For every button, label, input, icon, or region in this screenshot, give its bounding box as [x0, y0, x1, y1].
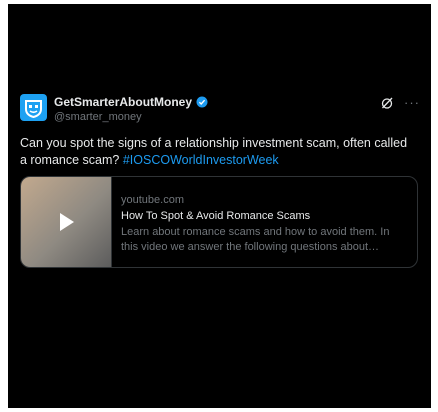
card-body: youtube.com How To Spot & Avoid Romance … — [121, 193, 409, 255]
author-handle[interactable]: @smarter_money — [54, 111, 142, 123]
link-card[interactable]: youtube.com How To Spot & Avoid Romance … — [20, 176, 418, 268]
tweet[interactable]: GetSmarterAboutMoney @smarter_money ··· … — [20, 92, 420, 268]
card-description: Learn about romance scams and how to avo… — [121, 226, 390, 253]
hashtag-link[interactable]: #IOSCOWorldInvestorWeek — [123, 153, 279, 167]
author-row: GetSmarterAboutMoney — [54, 95, 208, 109]
logo-icon — [25, 100, 42, 119]
tweet-header: GetSmarterAboutMoney @smarter_money ··· — [20, 92, 420, 128]
tweet-text: Can you spot the signs of a relationship… — [20, 135, 415, 169]
more-icon[interactable]: ··· — [404, 96, 420, 109]
tweet-actions: ··· — [380, 96, 420, 110]
card-title[interactable]: How To Spot & Avoid Romance Scams — [121, 209, 409, 224]
grok-icon[interactable] — [380, 96, 394, 110]
video-thumbnail[interactable] — [21, 177, 112, 267]
avatar[interactable] — [20, 94, 47, 121]
tweet-frame: GetSmarterAboutMoney @smarter_money ··· … — [8, 4, 431, 408]
play-icon[interactable] — [60, 213, 74, 231]
author-name[interactable]: GetSmarterAboutMoney — [54, 95, 192, 109]
card-domain: youtube.com — [121, 194, 184, 206]
verified-icon — [196, 96, 208, 108]
